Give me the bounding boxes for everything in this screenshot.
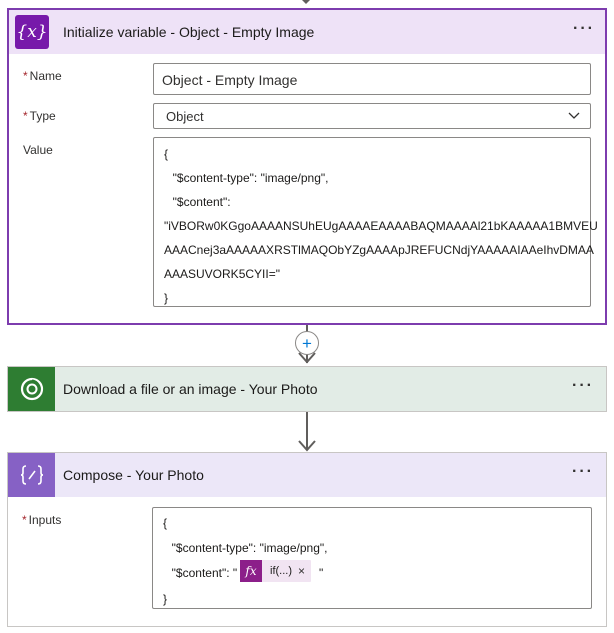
arrow-down-icon [298, 352, 316, 364]
token-label: if(...) [270, 565, 292, 577]
inputs-field[interactable]: { "$content-type": "image/png", "$conten… [152, 507, 592, 609]
type-dropdown[interactable]: Object [153, 103, 591, 129]
type-value: Object [166, 109, 204, 124]
inputs-line: } [163, 592, 168, 606]
value-line: "iVBORw0KGgoAAAANSUhEUgAAAAEAAAABAQMAAAA… [164, 219, 598, 233]
value-label: Value [23, 143, 53, 157]
initialize-variable-card: {x} Initialize variable - Object - Empty… [7, 8, 607, 325]
arrow-down-icon [298, 440, 316, 452]
required-mark: * [23, 69, 28, 83]
required-mark: * [23, 109, 28, 123]
download-file-card: Download a file or an image - Your Photo… [7, 366, 607, 412]
required-mark: * [22, 513, 27, 527]
compose-more-button[interactable]: ··· [572, 463, 594, 481]
swirl-glyph [20, 377, 43, 401]
variable-icon: {x} [15, 15, 49, 49]
download-card-title: Download a file or an image - Your Photo [63, 381, 318, 397]
compose-card-header[interactable]: Compose - Your Photo ··· [8, 453, 606, 497]
inputs-line: " [319, 566, 324, 580]
value-line: AAASUVORK5CYII=" [164, 267, 280, 281]
init-card-header[interactable]: {x} Initialize variable - Object - Empty… [9, 10, 605, 54]
plus-icon: + [302, 333, 312, 353]
value-field[interactable]: { "$content-type": "image/png", "$conten… [153, 137, 598, 307]
value-line: "$content": [166, 195, 231, 209]
compose-card-title: Compose - Your Photo [63, 467, 204, 483]
inputs-label: * Inputs [22, 513, 62, 527]
download-card-header[interactable]: Download a file or an image - Your Photo… [8, 367, 606, 411]
compose-icon [8, 453, 55, 497]
braces-glyph [20, 465, 43, 485]
fx-icon: fx [240, 560, 262, 582]
name-field[interactable]: Object - Empty Image [153, 63, 591, 95]
value-line: { [164, 147, 169, 161]
value-line: AAACnej3aAAAAAXRSTlMAQObYZgAAAApJREFUCNd… [164, 243, 594, 257]
expression-token[interactable]: fx if(...) × [240, 560, 312, 582]
name-label: * Name [23, 69, 62, 83]
download-more-button[interactable]: ··· [572, 377, 594, 395]
dataverse-icon [8, 367, 55, 411]
arrow-top [298, 0, 314, 4]
value-line: "$content-type": "image/png", [166, 171, 329, 185]
chevron-down-icon [568, 112, 580, 119]
init-more-button[interactable]: ··· [573, 20, 595, 38]
inputs-line: "$content-type": "image/png", [165, 541, 328, 555]
compose-card: Compose - Your Photo ··· * Inputs { "$con… [7, 452, 607, 627]
init-card-title: Initialize variable - Object - Empty Ima… [63, 24, 315, 40]
inputs-line: { [163, 516, 168, 530]
inputs-line: "$content": " [165, 566, 238, 580]
value-line: } [164, 291, 169, 305]
type-label: * Type [23, 109, 56, 123]
token-remove-button[interactable]: × [298, 564, 311, 578]
name-value: Object - Empty Image [162, 72, 298, 88]
